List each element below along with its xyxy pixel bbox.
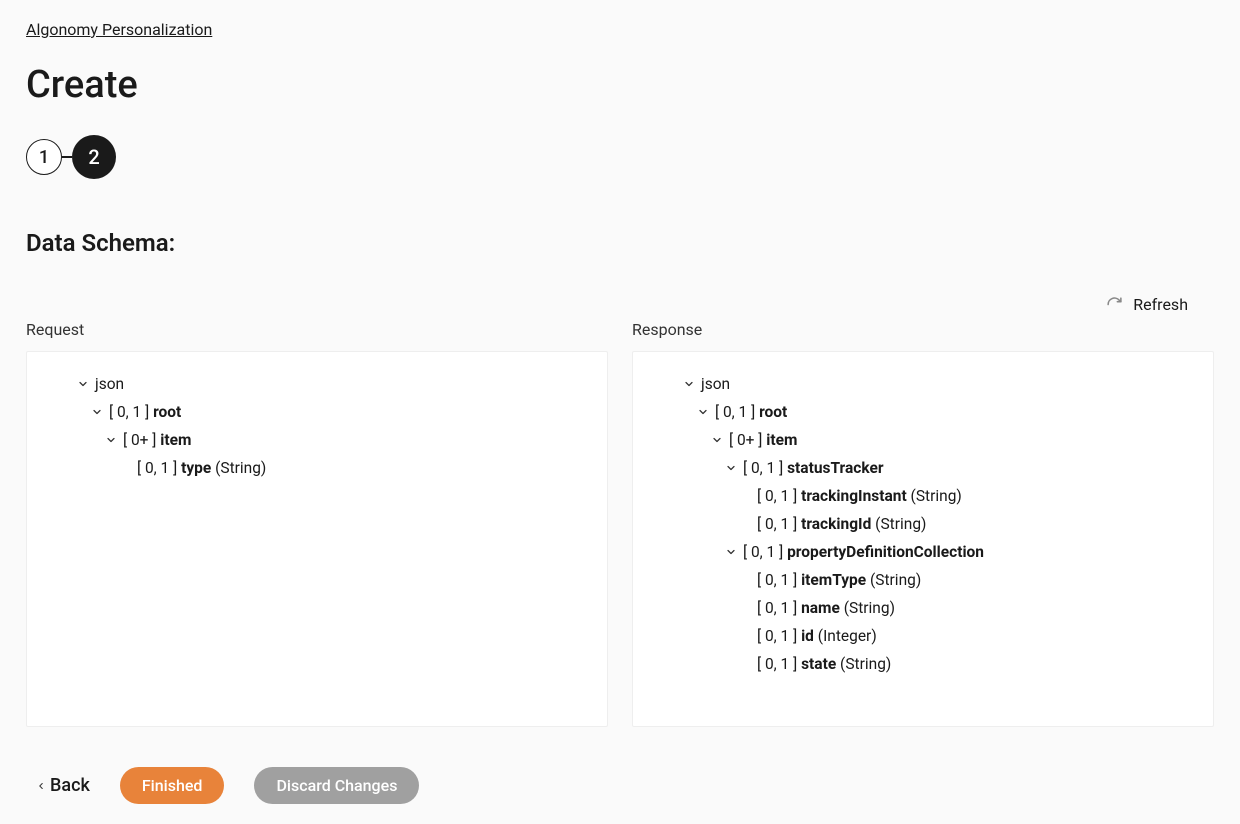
response-panel: Response json [ 0, 1 ] root [ 0+ ] item [ 0…	[632, 320, 1214, 727]
response-header: Response	[632, 320, 1214, 339]
tree-node-label: [ 0, 1 ] root	[109, 403, 181, 421]
chevron-down-icon[interactable]	[711, 434, 723, 446]
tree-row[interactable]: [ 0, 1 ] root	[649, 398, 1193, 426]
chevron-down-icon[interactable]	[697, 406, 709, 418]
tree-row[interactable]: [ 0, 1 ] itemType (String)	[649, 566, 1193, 594]
request-header: Request	[26, 320, 608, 339]
tree-row[interactable]: [ 0, 1 ] propertyDefinitionCollection	[649, 538, 1193, 566]
tree-node-label: [ 0, 1 ] type (String)	[137, 459, 266, 477]
step-2[interactable]: 2	[72, 135, 116, 179]
tree-node-label: [ 0, 1 ] itemType (String)	[757, 571, 921, 589]
tree-row[interactable]: [ 0+ ] item	[649, 426, 1193, 454]
finished-button[interactable]: Finished	[120, 767, 225, 804]
chevron-left-icon	[36, 779, 46, 793]
tree-node-label: json	[95, 375, 124, 393]
tree-node-label: [ 0, 1 ] root	[715, 403, 787, 421]
chevron-down-icon[interactable]	[91, 406, 103, 418]
request-panel: Request json [ 0, 1 ] root [ 0+ ] item [ 0,…	[26, 320, 608, 727]
chevron-down-icon[interactable]	[77, 378, 89, 390]
step-indicator: 1 2	[26, 135, 1214, 179]
tree-node-label: [ 0, 1 ] name (String)	[757, 599, 895, 617]
tree-row[interactable]: [ 0+ ] item	[43, 426, 587, 454]
tree-node-label: [ 0, 1 ] statusTracker	[743, 459, 884, 477]
refresh-button[interactable]: Refresh	[1133, 295, 1188, 314]
tree-row[interactable]: json	[649, 370, 1193, 398]
chevron-down-icon[interactable]	[683, 378, 695, 390]
section-title: Data Schema:	[26, 229, 1214, 257]
tree-node-label: json	[701, 375, 730, 393]
step-connector	[62, 156, 72, 158]
tree-row[interactable]: [ 0, 1 ] id (Integer)	[649, 622, 1193, 650]
tree-node-label: [ 0, 1 ] state (String)	[757, 655, 891, 673]
page-title: Create	[26, 63, 1214, 107]
tree-node-label: [ 0, 1 ] propertyDefinitionCollection	[743, 543, 984, 561]
tree-node-label: [ 0, 1 ] id (Integer)	[757, 627, 877, 645]
breadcrumb-link[interactable]: Algonomy Personalization	[26, 20, 212, 39]
response-tree: json [ 0, 1 ] root [ 0+ ] item [ 0, 1 ] sta…	[632, 351, 1214, 727]
tree-row[interactable]: [ 0, 1 ] statusTracker	[649, 454, 1193, 482]
tree-node-label: [ 0+ ] item	[729, 431, 797, 449]
back-label: Back	[50, 775, 90, 796]
tree-node-label: [ 0, 1 ] trackingId (String)	[757, 515, 926, 533]
refresh-icon[interactable]	[1106, 296, 1123, 313]
tree-row[interactable]: [ 0, 1 ] trackingInstant (String)	[649, 482, 1193, 510]
tree-node-label: [ 0, 1 ] trackingInstant (String)	[757, 487, 962, 505]
tree-row[interactable]: [ 0, 1 ] trackingId (String)	[649, 510, 1193, 538]
step-1[interactable]: 1	[26, 139, 62, 175]
chevron-down-icon[interactable]	[725, 462, 737, 474]
discard-changes-button[interactable]: Discard Changes	[254, 767, 419, 804]
tree-row[interactable]: json	[43, 370, 587, 398]
request-tree: json [ 0, 1 ] root [ 0+ ] item [ 0, 1 ] typ…	[26, 351, 608, 727]
tree-row[interactable]: [ 0, 1 ] type (String)	[43, 454, 587, 482]
tree-row[interactable]: [ 0, 1 ] name (String)	[649, 594, 1193, 622]
tree-row[interactable]: [ 0, 1 ] state (String)	[649, 650, 1193, 678]
tree-row[interactable]: [ 0, 1 ] root	[43, 398, 587, 426]
chevron-down-icon[interactable]	[725, 546, 737, 558]
back-button[interactable]: Back	[36, 775, 90, 796]
tree-node-label: [ 0+ ] item	[123, 431, 191, 449]
chevron-down-icon[interactable]	[105, 434, 117, 446]
